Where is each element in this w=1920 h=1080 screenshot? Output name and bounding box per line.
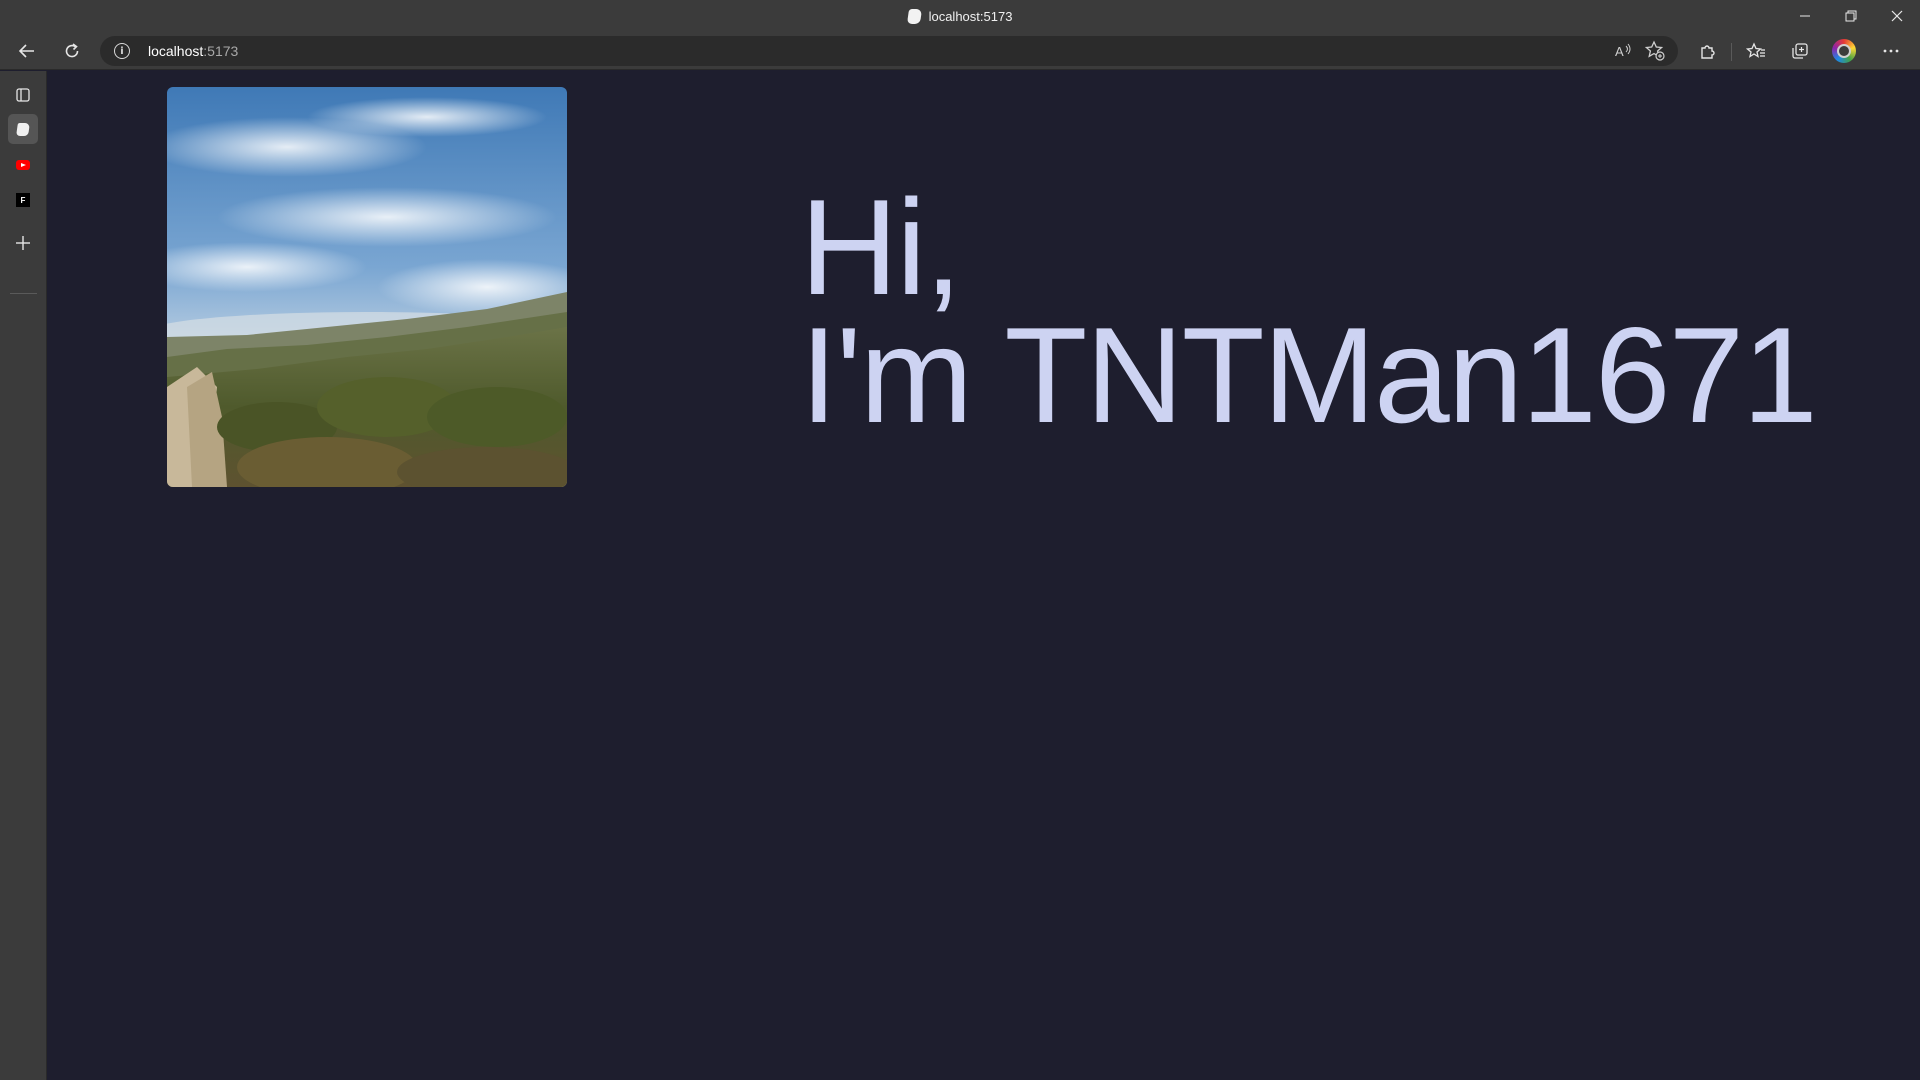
sidebar-tab-f[interactable]: F: [8, 185, 38, 215]
plus-icon: [16, 236, 30, 250]
site-info-icon[interactable]: i: [114, 43, 130, 59]
window-controls: [1782, 0, 1920, 32]
svg-text:A: A: [1615, 44, 1624, 59]
tab-actions-button[interactable]: [8, 80, 38, 110]
favorites-star-icon: [1746, 42, 1765, 58]
landscape-photo: [167, 87, 567, 487]
minimize-button[interactable]: [1782, 0, 1828, 32]
title-bar: localhost:5173: [0, 0, 1920, 32]
vertical-tabs-sidebar: F: [0, 71, 47, 1080]
sidebar-tab-youtube[interactable]: [8, 150, 38, 180]
profile-photo: [167, 87, 567, 487]
page-favicon-icon: [906, 8, 922, 24]
address-url[interactable]: localhost:5173: [148, 43, 238, 59]
minimize-icon: [1800, 15, 1810, 17]
back-button[interactable]: [12, 36, 42, 66]
puzzle-icon: [1701, 45, 1715, 59]
favorites-button[interactable]: [1741, 36, 1771, 66]
close-icon: [1891, 10, 1903, 22]
read-aloud-icon[interactable]: A: [1614, 42, 1632, 63]
page-favicon-icon: [16, 122, 30, 136]
url-host: localhost: [148, 43, 204, 59]
hero-headline: Hi, I'm TNTMan1671: [800, 171, 1818, 451]
intro-text: I'm TNTMan1671: [800, 299, 1818, 451]
refresh-icon: [65, 43, 79, 58]
extensions-button[interactable]: [1692, 36, 1722, 66]
restore-icon: [1845, 10, 1857, 22]
browser-toolbar: i localhost:5173 A: [0, 32, 1920, 70]
f-favicon-icon: F: [16, 193, 30, 207]
new-tab-button[interactable]: [8, 228, 38, 258]
close-button[interactable]: [1874, 0, 1920, 32]
collections-icon: [1792, 43, 1808, 59]
toolbar-divider: [1731, 43, 1732, 61]
refresh-button[interactable]: [57, 36, 87, 66]
profile-icon: [1837, 44, 1851, 58]
sidebar-tab-localhost[interactable]: [8, 114, 38, 144]
window-title-text: localhost:5173: [928, 8, 1013, 24]
collections-button[interactable]: [1785, 36, 1815, 66]
url-port: :5173: [203, 43, 239, 59]
greeting-text: Hi,: [800, 171, 962, 323]
sidebar-divider: [10, 293, 37, 294]
address-bar[interactable]: i localhost:5173 A: [100, 36, 1678, 66]
more-dots-icon: [1883, 49, 1899, 53]
restore-button[interactable]: [1828, 0, 1874, 32]
window-title: localhost:5173: [0, 0, 1920, 32]
settings-more-button[interactable]: [1876, 36, 1906, 66]
add-favorite-icon[interactable]: [1644, 40, 1666, 67]
back-arrow-icon: [18, 44, 34, 58]
profile-avatar[interactable]: [1832, 39, 1856, 63]
youtube-icon: [16, 160, 30, 170]
page-content: Hi, I'm TNTMan1671: [48, 71, 1920, 1080]
tab-actions-icon: [16, 88, 30, 102]
